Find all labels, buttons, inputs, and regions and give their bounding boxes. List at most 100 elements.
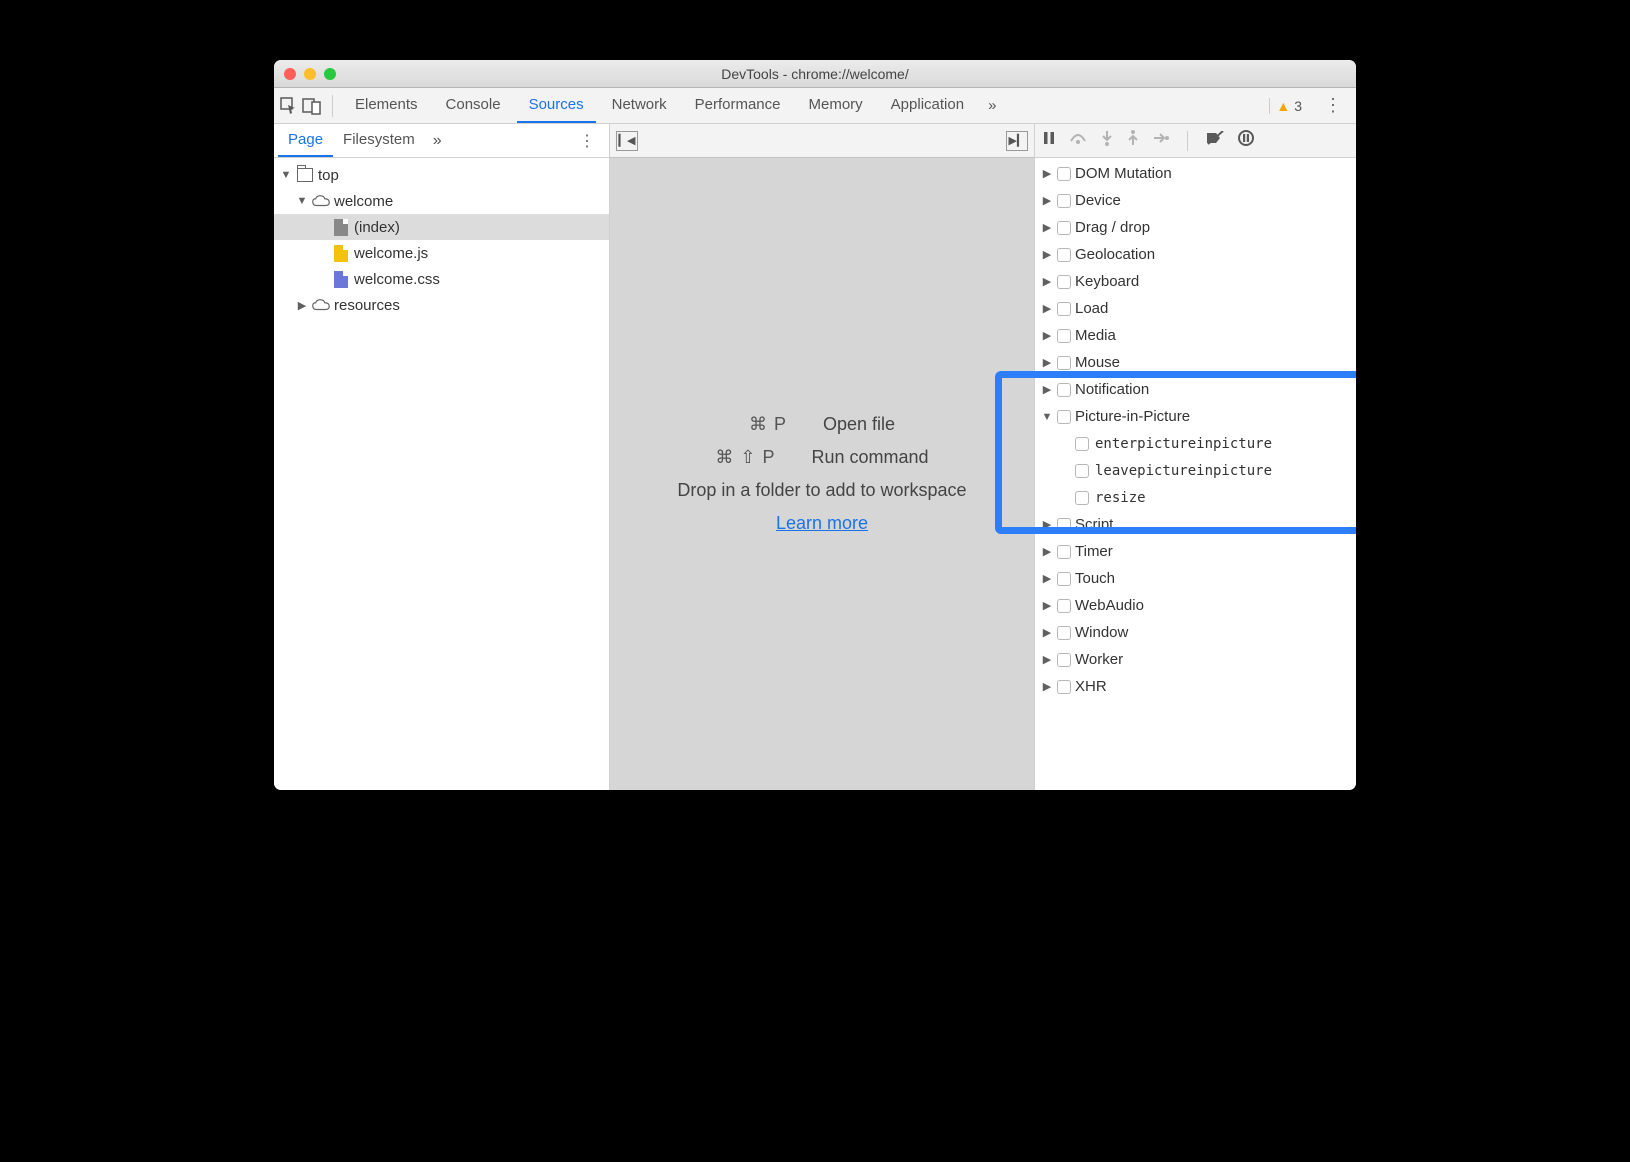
breakpoint-category[interactable]: ▶Mouse: [1035, 349, 1356, 376]
tree-row-index[interactable]: (index): [274, 214, 609, 240]
disclosure-right-icon: ▶: [1041, 356, 1053, 369]
sidebar-overflow-icon[interactable]: ⋮: [569, 131, 605, 151]
tree-row-resources[interactable]: ▶ resources: [274, 292, 609, 318]
checkbox[interactable]: [1057, 248, 1071, 262]
toggle-device-toolbar-icon[interactable]: [302, 97, 322, 115]
deactivate-breakpoints-icon[interactable]: [1206, 131, 1224, 150]
breakpoint-category[interactable]: ▶DOM Mutation: [1035, 160, 1356, 187]
sidebar-more-tabs-icon[interactable]: »: [425, 132, 450, 150]
step-icon[interactable]: [1153, 131, 1169, 150]
pause-on-exceptions-icon[interactable]: [1238, 130, 1254, 151]
disclosure-right-icon: ▶: [1041, 599, 1053, 612]
checkbox[interactable]: [1057, 545, 1071, 559]
breakpoint-category[interactable]: ▶Timer: [1035, 538, 1356, 565]
shortcut-label: Run command: [812, 447, 929, 468]
checkbox[interactable]: [1057, 302, 1071, 316]
breakpoint-category[interactable]: ▶Media: [1035, 322, 1356, 349]
breakpoint-event[interactable]: enterpictureinpicture: [1035, 430, 1356, 457]
disclosure-right-icon: ▶: [1041, 275, 1053, 288]
nav-drawer-left-icon[interactable]: ▎◀: [616, 131, 638, 151]
breakpoint-category[interactable]: ▶Notification: [1035, 376, 1356, 403]
inspect-element-icon[interactable]: [280, 97, 298, 115]
checkbox[interactable]: [1075, 491, 1089, 505]
tab-elements[interactable]: Elements: [343, 88, 430, 123]
tree-row-welcome-css[interactable]: welcome.css: [274, 266, 609, 292]
pause-icon[interactable]: [1043, 131, 1055, 150]
checkbox[interactable]: [1057, 626, 1071, 640]
checkbox[interactable]: [1057, 167, 1071, 181]
disclosure-right-icon: ▶: [1041, 167, 1053, 180]
checkbox[interactable]: [1057, 680, 1071, 694]
tree-label: top: [318, 167, 339, 184]
checkbox[interactable]: [1057, 518, 1071, 532]
disclosure-right-icon: ▶: [1041, 680, 1053, 693]
breakpoint-category[interactable]: ▶ WebAudio: [1035, 592, 1356, 619]
breakpoint-category[interactable]: ▶Worker: [1035, 646, 1356, 673]
breakpoint-category-label: Notification: [1075, 381, 1149, 398]
warning-badge[interactable]: ▲ 3: [1269, 98, 1308, 114]
checkbox[interactable]: [1057, 275, 1071, 289]
step-into-icon[interactable]: [1101, 130, 1113, 151]
tab-network[interactable]: Network: [600, 88, 679, 123]
drop-folder-text: Drop in a folder to add to workspace: [677, 480, 966, 501]
breakpoint-category-label: Window: [1075, 624, 1128, 641]
more-tabs-chevron-icon[interactable]: »: [980, 97, 1004, 114]
keyboard-shortcut: ⌘ ⇧ P: [715, 447, 775, 468]
tree-label: welcome: [334, 193, 393, 210]
breakpoint-category[interactable]: ▼Picture-in-Picture: [1035, 403, 1356, 430]
disclosure-down-icon: ▼: [280, 169, 292, 181]
breakpoint-category[interactable]: ▶Device: [1035, 187, 1356, 214]
breakpoint-category-label: Geolocation: [1075, 246, 1155, 263]
breakpoint-category[interactable]: ▶Keyboard: [1035, 268, 1356, 295]
tree-row-top[interactable]: ▼ top: [274, 162, 609, 188]
breakpoint-event[interactable]: leavepictureinpicture: [1035, 457, 1356, 484]
breakpoint-category[interactable]: ▶ XHR: [1035, 673, 1356, 700]
breakpoint-event[interactable]: resize: [1035, 484, 1356, 511]
tab-performance[interactable]: Performance: [683, 88, 793, 123]
shortcut-run-command: ⌘ ⇧ P Run command: [715, 447, 928, 468]
learn-more-link[interactable]: Learn more: [776, 513, 868, 534]
disclosure-right-icon: ▶: [1041, 518, 1053, 531]
step-over-icon[interactable]: [1069, 131, 1087, 150]
breakpoint-category-label: XHR: [1075, 678, 1107, 695]
disclosure-right-icon: ▶: [1041, 248, 1053, 261]
checkbox[interactable]: [1057, 356, 1071, 370]
breakpoint-category[interactable]: ▶ Geolocation: [1035, 241, 1356, 268]
tab-application[interactable]: Application: [879, 88, 976, 123]
checkbox[interactable]: [1075, 464, 1089, 478]
breakpoint-category[interactable]: ▶Window: [1035, 619, 1356, 646]
checkbox[interactable]: [1057, 329, 1071, 343]
warning-count: 3: [1294, 98, 1302, 114]
tab-sources[interactable]: Sources: [517, 88, 596, 123]
tree-row-welcome-js[interactable]: welcome.js: [274, 240, 609, 266]
breakpoint-event-label: resize: [1095, 490, 1146, 506]
warning-triangle-icon: ▲: [1276, 98, 1290, 114]
checkbox[interactable]: [1057, 410, 1071, 424]
checkbox[interactable]: [1057, 599, 1071, 613]
settings-more-icon[interactable]: ⋮: [1316, 95, 1350, 116]
tab-console[interactable]: Console: [434, 88, 513, 123]
checkbox[interactable]: [1057, 383, 1071, 397]
checkbox[interactable]: [1075, 437, 1089, 451]
breakpoint-category-label: WebAudio: [1075, 597, 1144, 614]
tab-memory[interactable]: Memory: [797, 88, 875, 123]
breakpoint-category[interactable]: ▶Load: [1035, 295, 1356, 322]
disclosure-right-icon: ▶: [1041, 329, 1053, 342]
keyboard-shortcut: ⌘ P: [749, 414, 787, 435]
sidebar-tabs: Page Filesystem » ⋮: [274, 124, 609, 158]
tree-row-welcome[interactable]: ▼ welcome: [274, 188, 609, 214]
breakpoint-category-label: Touch: [1075, 570, 1115, 587]
step-out-icon[interactable]: [1127, 130, 1139, 151]
checkbox[interactable]: [1057, 653, 1071, 667]
breakpoint-category-label: Timer: [1075, 543, 1113, 560]
breakpoint-category[interactable]: ▶Touch: [1035, 565, 1356, 592]
sidebar-tab-page[interactable]: Page: [278, 124, 333, 157]
checkbox[interactable]: [1057, 194, 1071, 208]
editor-panel: ▎◀ ▶▎ ⌘ P Open file ⌘ ⇧ P Run command Dr…: [610, 124, 1035, 790]
nav-drawer-right-icon[interactable]: ▶▎: [1006, 131, 1028, 151]
sidebar-tab-filesystem[interactable]: Filesystem: [333, 124, 425, 157]
checkbox[interactable]: [1057, 572, 1071, 586]
checkbox[interactable]: [1057, 221, 1071, 235]
breakpoint-category[interactable]: ▶Drag / drop: [1035, 214, 1356, 241]
breakpoint-category[interactable]: ▶Script: [1035, 511, 1356, 538]
